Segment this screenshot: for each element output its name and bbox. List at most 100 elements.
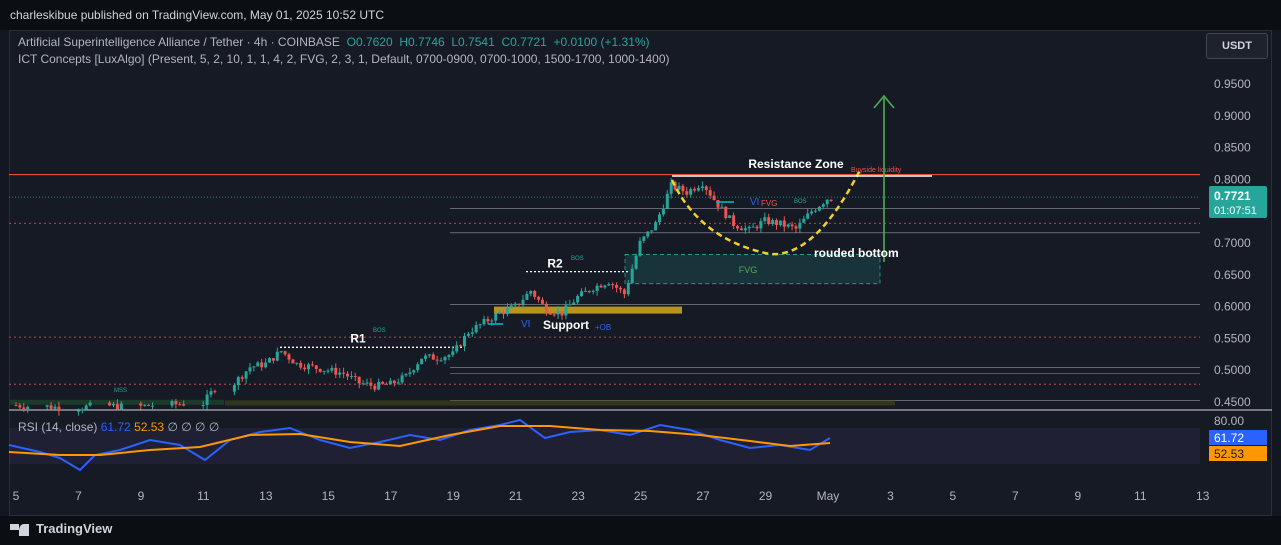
brand-text: TradingView <box>36 521 113 536</box>
candle-body <box>174 401 178 405</box>
ohlc-low: L0.7541 <box>451 35 495 49</box>
rsi-legend[interactable]: RSI (14, close) 61.72 52.53 ∅ ∅ ∅ ∅ <box>18 420 219 434</box>
candle-body <box>424 355 427 359</box>
ohlc-open: O0.7620 <box>346 35 393 49</box>
bos-label: BOS <box>571 256 584 262</box>
candle-body <box>689 189 693 195</box>
y-tick-label: 0.8000 <box>1214 172 1251 186</box>
x-tick-label: 7 <box>75 489 82 503</box>
candle-body <box>365 382 369 384</box>
candle-body <box>147 404 151 406</box>
candle-body <box>537 296 541 300</box>
price-change: +0.0100 (+1.31%) <box>553 35 650 49</box>
indicator-legend[interactable]: ICT Concepts [LuxAlgo] (Present, 5, 2, 1… <box>18 52 670 66</box>
candle-body <box>435 359 439 361</box>
x-tick-label: 9 <box>138 489 145 503</box>
r1-label: R1 <box>350 331 366 345</box>
candle-body <box>349 375 353 377</box>
candle-body <box>525 293 529 300</box>
candle-body <box>759 221 763 229</box>
candle-body <box>275 351 279 361</box>
candle-body <box>80 409 84 411</box>
price-chart[interactable]: 0.95000.90000.85000.80000.75000.70000.65… <box>0 0 1281 545</box>
candle-body <box>420 358 424 365</box>
candle-body <box>381 381 385 384</box>
candle-body <box>76 410 80 412</box>
candle-body <box>112 403 115 406</box>
candle-body <box>728 215 732 219</box>
symbol-legend: Artificial Superintelligence Alliance / … <box>18 35 650 49</box>
candle-body <box>240 377 244 379</box>
candle-body <box>810 211 814 214</box>
candle-body <box>490 320 494 322</box>
candle-body <box>665 193 669 209</box>
rsi-value: 61.72 <box>100 420 131 434</box>
candle-body <box>700 186 704 189</box>
candle-body <box>564 305 568 316</box>
candle-body <box>427 354 431 356</box>
candle-body <box>443 357 447 361</box>
candle-body <box>509 305 513 308</box>
candle-body <box>119 403 123 410</box>
candle-body <box>287 354 291 360</box>
candle-body <box>502 312 505 315</box>
candle-body <box>767 217 771 225</box>
candle-body <box>685 191 689 195</box>
candle-body <box>642 236 646 241</box>
candle-body <box>654 222 658 231</box>
rounded-bottom-label: rouded bottom <box>814 246 899 260</box>
candle-body <box>677 185 681 190</box>
candle-body <box>322 370 326 372</box>
candle-body <box>455 345 459 352</box>
candle-body <box>650 230 654 232</box>
candle-body <box>314 365 318 369</box>
candle-body <box>408 372 412 375</box>
candle-body <box>720 206 724 208</box>
currency-button[interactable]: USDT <box>1206 33 1268 59</box>
candle-body <box>572 302 576 305</box>
x-tick-label: 27 <box>696 489 710 503</box>
x-tick-label: 21 <box>509 489 523 503</box>
candle-body <box>775 220 778 226</box>
rsi-ma-value: 52.53 <box>134 420 165 434</box>
candle-body <box>307 364 310 370</box>
candle-body <box>778 220 782 226</box>
x-tick-label: 5 <box>950 489 957 503</box>
candle-body <box>447 355 451 358</box>
candle-body <box>45 405 49 407</box>
candle-body <box>817 206 821 211</box>
price-badge-value: 0.7721 <box>1214 189 1251 203</box>
x-tick-label: May <box>817 489 840 503</box>
candle-body <box>18 405 22 408</box>
candle-body <box>541 299 544 304</box>
symbol-name[interactable]: Artificial Superintelligence Alliance / … <box>18 35 340 49</box>
candle-body <box>634 255 638 269</box>
y-tick-label: 0.5000 <box>1214 363 1251 377</box>
candle-body <box>392 380 396 384</box>
candle-body <box>439 360 443 362</box>
candle-body <box>724 206 728 219</box>
candle-body <box>825 199 829 205</box>
buyside-liquidity-label: Buyside liquidity <box>851 167 902 174</box>
candle-body <box>704 186 708 191</box>
candle-body <box>459 345 463 347</box>
tradingview-logo[interactable]: TradingView <box>10 521 112 536</box>
y-tick-label: 0.9000 <box>1214 109 1251 123</box>
x-tick-label: 23 <box>571 489 585 503</box>
candle-body <box>630 268 634 284</box>
candle-body <box>342 372 346 374</box>
y-tick-label: 0.7000 <box>1214 236 1251 250</box>
ob-label: +OB <box>595 323 611 332</box>
candle-body <box>658 214 661 223</box>
candle-body <box>57 406 61 411</box>
candle-body <box>669 182 673 194</box>
candle-body <box>143 404 147 406</box>
candle-body <box>474 325 478 333</box>
x-tick-label: 17 <box>384 489 398 503</box>
candle-body <box>201 405 205 407</box>
x-tick-label: 5 <box>13 489 20 503</box>
candle-body <box>607 284 611 286</box>
candle-body <box>268 358 271 363</box>
x-tick-label: 29 <box>759 489 773 503</box>
x-tick-label: 11 <box>197 489 210 503</box>
